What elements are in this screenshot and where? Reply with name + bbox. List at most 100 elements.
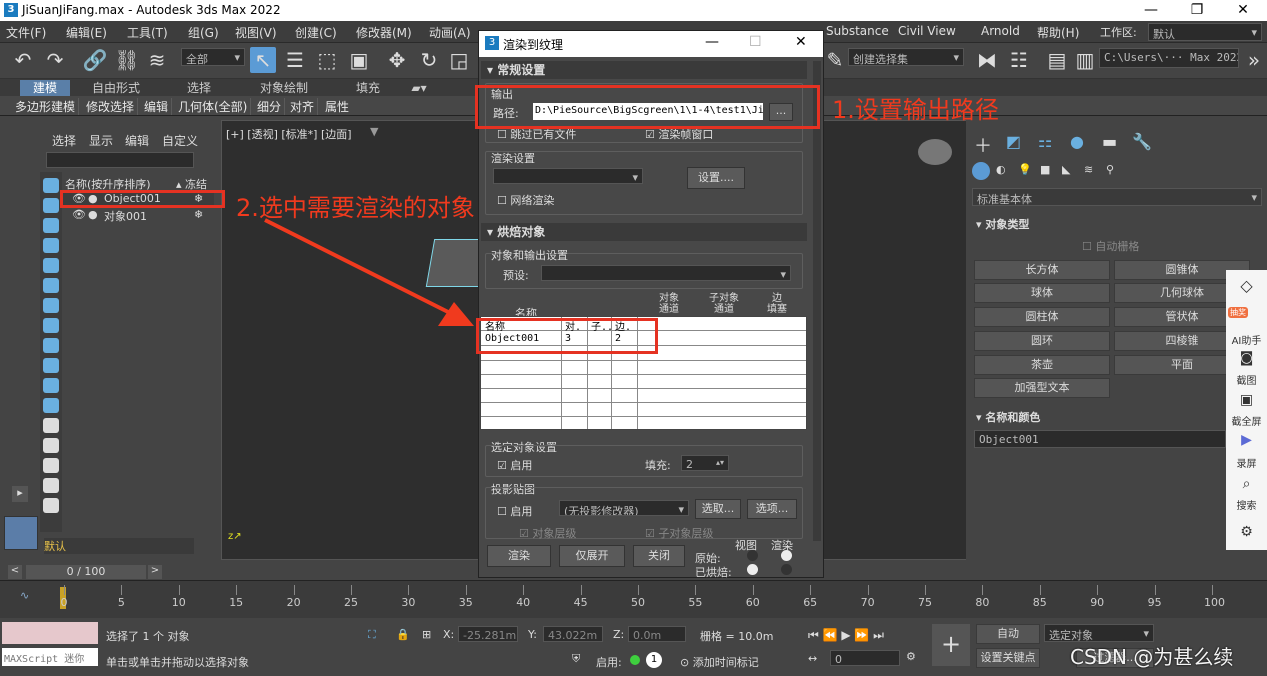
- bake-objects-rollout[interactable]: ▾ 烘焙对象: [481, 223, 807, 241]
- filter-hidden-icon[interactable]: [43, 398, 59, 413]
- filter-spacewarps-icon[interactable]: [43, 278, 59, 293]
- padding-spinner[interactable]: 2 ▴▾: [681, 455, 729, 471]
- render-dot-icon[interactable]: ●: [88, 208, 98, 221]
- menu-animation[interactable]: 动画(A): [429, 24, 471, 41]
- rect-selection-icon[interactable]: ⬚: [314, 47, 340, 73]
- overflow-icon[interactable]: »: [1241, 47, 1267, 73]
- subobject-level-checkbox[interactable]: ☑ 子对象层级: [645, 525, 713, 541]
- record-screen-button[interactable]: 录屏: [1226, 455, 1267, 470]
- spinner-arrows-icon[interactable]: ▴▾: [716, 458, 724, 467]
- filter-cameras-icon[interactable]: [43, 238, 59, 253]
- tab-selection[interactable]: 选择: [174, 80, 224, 96]
- dialog-close-button[interactable]: ✕: [795, 34, 807, 50]
- set-key-button[interactable]: 设置关键点: [976, 648, 1040, 668]
- maxscript-mini-input[interactable]: MAXScript 迷你: [2, 648, 98, 666]
- tab-populate[interactable]: 填充: [343, 80, 393, 96]
- create-tab-icon[interactable]: ＋: [974, 132, 992, 158]
- named-selection-set[interactable]: 创建选择集 ▾: [848, 48, 964, 66]
- rotate-icon[interactable]: ↻: [416, 47, 442, 73]
- menu-arnold[interactable]: Arnold: [981, 24, 1020, 38]
- workspace-select[interactable]: 默认 ▾: [1148, 23, 1262, 41]
- torus-button[interactable]: 圆环: [974, 331, 1110, 351]
- filter-containers-icon[interactable]: [43, 358, 59, 373]
- ribbon-edit[interactable]: 编辑: [141, 98, 173, 115]
- filter-all-icon[interactable]: [43, 418, 59, 433]
- minimize-button[interactable]: —: [1128, 0, 1174, 21]
- bind-spacewarp-icon[interactable]: ≋: [144, 47, 170, 73]
- ribbon-properties[interactable]: 属性: [322, 98, 352, 115]
- eye-icon[interactable]: 👁: [72, 208, 86, 221]
- name-color-rollout[interactable]: ▾ 名称和颜色: [976, 409, 1040, 425]
- baked-render-radio[interactable]: [781, 564, 792, 575]
- curve-editor-icon[interactable]: ▥: [1072, 47, 1098, 73]
- cameras-icon[interactable]: ■: [1040, 163, 1050, 176]
- menu-substance[interactable]: Substance: [826, 24, 889, 38]
- menu-tools[interactable]: 工具(T): [127, 24, 168, 41]
- curve-editor-mini-icon[interactable]: ∿: [20, 589, 29, 602]
- unlink-icon[interactable]: ⛓: [114, 47, 140, 73]
- gear-icon[interactable]: ⚙: [1226, 524, 1267, 540]
- prev-arrow-icon[interactable]: <: [8, 565, 22, 579]
- spacewarps-icon[interactable]: ≋: [1084, 163, 1093, 176]
- object-name-input[interactable]: Object001: [974, 430, 1226, 448]
- modify-tab-icon[interactable]: ◩: [1006, 132, 1021, 151]
- window-crossing-icon[interactable]: ▣: [346, 47, 372, 73]
- menu-file[interactable]: 文件(F): [6, 24, 46, 41]
- scene-menu-select[interactable]: 选择: [52, 132, 76, 149]
- systems-icon[interactable]: ⚲: [1106, 163, 1114, 176]
- isolate-icon[interactable]: ⛶: [368, 628, 376, 642]
- search-button[interactable]: 搜索: [1226, 497, 1267, 512]
- add-time-tag[interactable]: ⊙ 添加时间标记: [680, 654, 759, 670]
- align-icon[interactable]: ☷: [1006, 47, 1032, 73]
- camera-icon[interactable]: ◙: [1226, 350, 1267, 366]
- x-coordinate-input[interactable]: -25.281m: [458, 626, 518, 642]
- search-icon[interactable]: ⌕: [1226, 476, 1267, 492]
- ribbon-options-icon[interactable]: ▰▾: [406, 80, 432, 96]
- fullscreen-shot-button[interactable]: 截全屏: [1226, 413, 1267, 428]
- edit-named-selection-icon[interactable]: ✎: [822, 47, 848, 73]
- helpers-icon[interactable]: ◣: [1062, 163, 1070, 176]
- tab-modeling[interactable]: 建模: [20, 80, 70, 96]
- sphere-button[interactable]: 球体: [974, 283, 1110, 303]
- record-icon[interactable]: ▶: [1226, 432, 1267, 448]
- filter-funnel-icon[interactable]: [43, 478, 59, 493]
- time-slider[interactable]: 0 / 100: [26, 565, 146, 579]
- render-button[interactable]: 渲染: [487, 545, 551, 567]
- redo-icon[interactable]: ↷: [42, 47, 68, 73]
- original-view-radio[interactable]: [747, 550, 758, 561]
- project-path-select[interactable]: C:\Users\··· Max 2022▾: [1099, 48, 1239, 68]
- scene-menu-display[interactable]: 显示: [89, 132, 113, 149]
- box-button[interactable]: 长方体: [974, 260, 1110, 280]
- enable-checkbox[interactable]: ☑ 启用: [497, 457, 532, 473]
- projection-modifier-select[interactable]: (无投影修改器) ▾: [559, 500, 689, 516]
- menu-group[interactable]: 组(G): [188, 24, 219, 41]
- filter-xrefs-icon[interactable]: [43, 318, 59, 333]
- y-coordinate-input[interactable]: 43.022m: [543, 626, 603, 642]
- layer-explorer-icon[interactable]: ▤: [1044, 47, 1070, 73]
- key-mode-icon[interactable]: ↔: [808, 652, 817, 665]
- menu-create[interactable]: 创建(C): [295, 24, 337, 41]
- filter-shapes-icon[interactable]: [43, 198, 59, 213]
- display-tab-icon[interactable]: ▬: [1102, 132, 1117, 151]
- menu-modifiers[interactable]: 修改器(M): [356, 24, 412, 41]
- next-arrow-icon[interactable]: >: [148, 565, 162, 579]
- mirror-icon[interactable]: ⧓: [974, 47, 1000, 73]
- undo-icon[interactable]: ↶: [10, 47, 36, 73]
- selection-filter[interactable]: 全部 ▾: [181, 48, 245, 66]
- time-config-icon[interactable]: ⚙: [906, 650, 916, 663]
- freeze-icon[interactable]: ❄: [194, 208, 203, 221]
- filter-none-icon[interactable]: [43, 438, 59, 453]
- geometry-icon[interactable]: [972, 162, 990, 180]
- dialog-minimize-button[interactable]: —: [705, 34, 719, 50]
- dialog-scrollbar[interactable]: [813, 61, 821, 541]
- absolute-mode-icon[interactable]: ⊞: [422, 628, 431, 641]
- screenshot-button[interactable]: 截图: [1226, 372, 1267, 387]
- unwrap-only-button[interactable]: 仅展开: [559, 545, 625, 567]
- key-filter-select[interactable]: 选定对象 ▾: [1044, 624, 1154, 642]
- dialog-maximize-button[interactable]: ☐: [749, 34, 762, 50]
- options-button[interactable]: 选项...: [747, 499, 797, 519]
- move-icon[interactable]: ✥: [384, 47, 410, 73]
- object-type-rollout[interactable]: ▾ 对象类型: [976, 216, 1029, 232]
- ribbon-geometry-all[interactable]: 几何体(全部): [175, 98, 252, 115]
- viewcube-icon[interactable]: [918, 139, 952, 165]
